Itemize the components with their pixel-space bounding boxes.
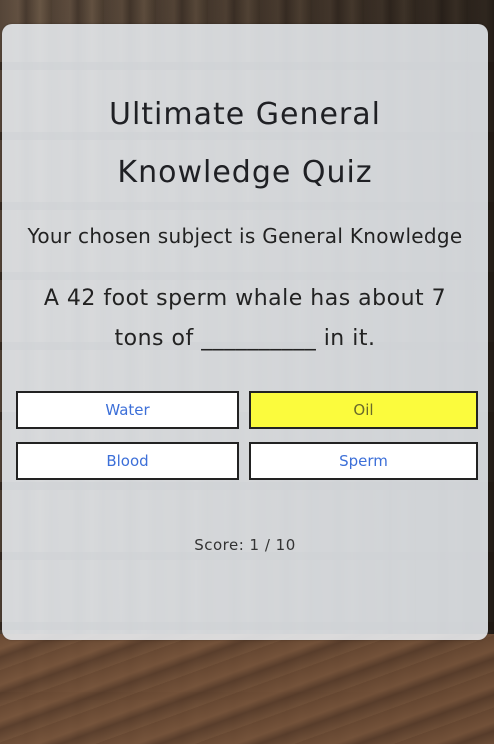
- question-line2: tons of __________ in it.: [114, 326, 376, 351]
- quiz-title-line2: Knowledge Quiz: [117, 155, 373, 190]
- floor-background: [0, 634, 494, 744]
- answer-button-water[interactable]: Water: [16, 391, 239, 429]
- score-text: Score: 1 / 10: [194, 536, 296, 554]
- answer-button-oil[interactable]: Oil: [249, 391, 478, 429]
- answer-button-sperm[interactable]: Sperm: [249, 442, 478, 480]
- quiz-title-line1: Ultimate General: [109, 97, 381, 132]
- question-line1: A 42 foot sperm whale has about 7: [43, 286, 447, 311]
- question-text: A 42 foot sperm whale has about 7 tons o…: [42, 279, 448, 359]
- answer-button-blood[interactable]: Blood: [16, 442, 239, 480]
- subject-text: Your chosen subject is General Knowledge: [27, 224, 463, 248]
- quiz-card: Ultimate General Knowledge Quiz Your cho…: [2, 24, 488, 640]
- quiz-title: Ultimate General Knowledge Quiz: [2, 86, 488, 202]
